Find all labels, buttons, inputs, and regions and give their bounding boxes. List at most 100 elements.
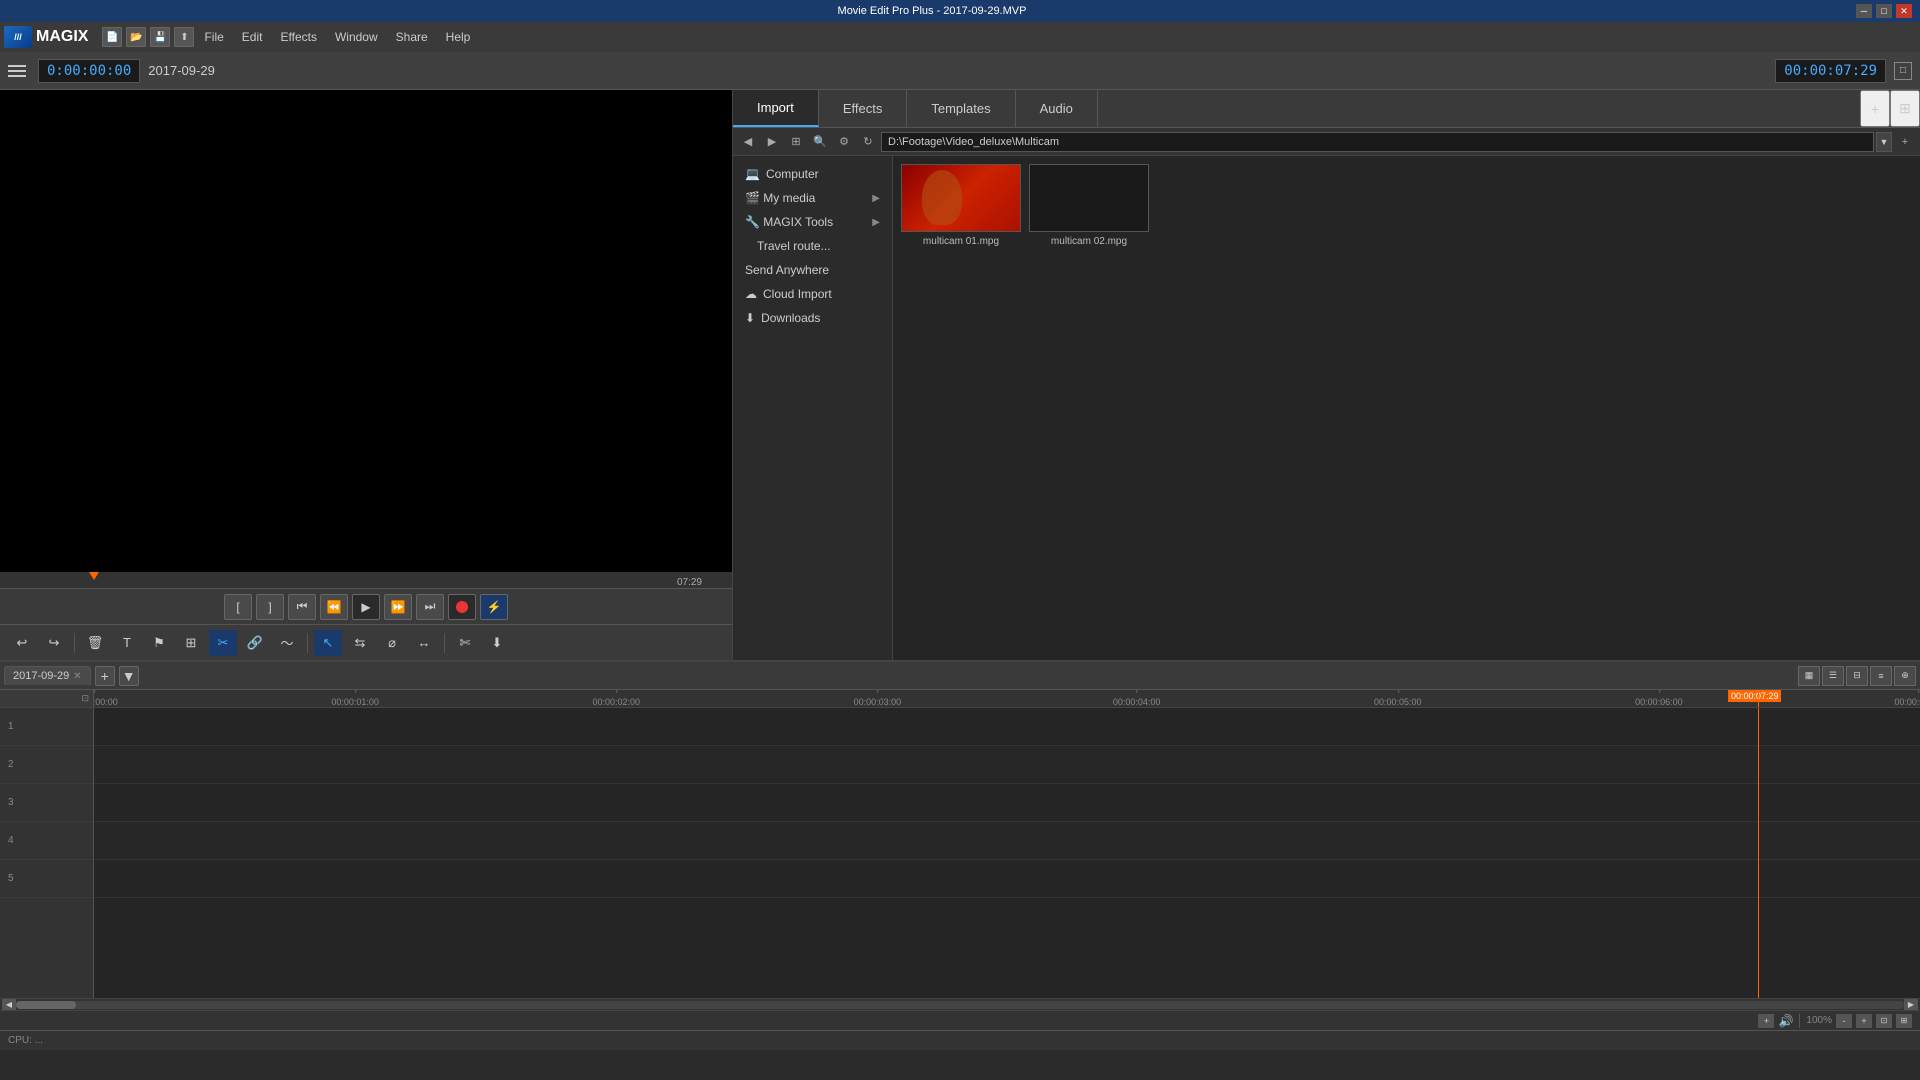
sidebar-label-travel-route: Travel route... bbox=[757, 239, 831, 253]
curve-button[interactable]: 〜 bbox=[273, 630, 301, 656]
tab-extra-1[interactable]: + bbox=[1860, 90, 1890, 127]
save-button[interactable]: 💾 bbox=[150, 27, 170, 47]
expand-button[interactable]: ⊞ bbox=[1896, 1014, 1912, 1028]
right-panel: Import Effects Templates Audio + ⊞ ◀ ▶ ⊞… bbox=[733, 90, 1920, 660]
hamburger-menu-button[interactable] bbox=[8, 60, 30, 82]
text-button[interactable]: T bbox=[113, 630, 141, 656]
menu-help[interactable]: Help bbox=[438, 26, 479, 48]
media-thumb-2[interactable]: multicam 02.mpg bbox=[1029, 164, 1149, 247]
track-header-1: 1 bbox=[0, 708, 93, 746]
search-button[interactable]: 🔍 bbox=[809, 131, 831, 153]
tab-templates[interactable]: Templates bbox=[907, 90, 1015, 127]
tab-audio[interactable]: Audio bbox=[1016, 90, 1098, 127]
sidebar-item-travel-route[interactable]: Travel route... bbox=[733, 234, 892, 258]
trim-button[interactable]: ✂ bbox=[209, 630, 237, 656]
mark-in-button[interactable]: [ bbox=[224, 594, 252, 620]
computer-icon: 💻 bbox=[745, 167, 760, 181]
ruler-mark-0: 00:00:00:00 bbox=[94, 697, 118, 707]
sidebar-item-cloud-import[interactable]: ☁ Cloud Import bbox=[733, 282, 892, 306]
razor-tool[interactable]: ⌀ bbox=[378, 630, 406, 656]
skip-back-button[interactable]: ⏮ bbox=[288, 594, 316, 620]
tab-effects[interactable]: Effects bbox=[819, 90, 908, 127]
cut-button[interactable]: ✄ bbox=[451, 630, 479, 656]
scroll-thumb[interactable] bbox=[16, 1001, 76, 1009]
edit-toolbar: ↩ ↪ 🗑 T ⚑ ⊞ ✂ 🔗 〜 ↖ ⇆ ⌀ ↔ ✄ ⬇ bbox=[0, 624, 732, 660]
zoom-in-button[interactable]: + bbox=[1856, 1014, 1872, 1028]
link-button[interactable]: 🔗 bbox=[241, 630, 269, 656]
export-button[interactable]: ⬆ bbox=[174, 27, 194, 47]
marker-button[interactable]: ⚑ bbox=[145, 630, 173, 656]
timeline-tab-1[interactable]: 2017-09-29 ✕ bbox=[4, 666, 91, 685]
progress-bar[interactable]: 07:29 bbox=[0, 572, 732, 588]
maximize-button[interactable]: □ bbox=[1876, 4, 1892, 18]
sidebar-item-magix-tools[interactable]: 🔧 MAGIX Tools ▶ bbox=[733, 210, 892, 234]
minimize-button[interactable]: ─ bbox=[1856, 4, 1872, 18]
playhead-line bbox=[1758, 690, 1759, 707]
add-timeline-button[interactable]: + bbox=[95, 666, 115, 686]
step-forward-button[interactable]: ⏩ bbox=[384, 594, 412, 620]
redo-button[interactable]: ↪ bbox=[40, 630, 68, 656]
tab-extra-2[interactable]: ⊞ bbox=[1890, 90, 1920, 127]
panel-maximize-button[interactable]: □ bbox=[1894, 62, 1912, 80]
menu-file[interactable]: File bbox=[196, 26, 231, 48]
tab-import[interactable]: Import bbox=[733, 90, 819, 127]
sidebar-label-magix-tools: MAGIX Tools bbox=[763, 215, 833, 229]
timeline-ruler: ⊡ 00:00:07:29 00:00:00:00 00:00:01:00 00… bbox=[0, 690, 1920, 708]
record-button[interactable] bbox=[448, 594, 476, 620]
volume-icon: 🔊 bbox=[1778, 1014, 1793, 1028]
settings-button[interactable]: ⚙ bbox=[833, 131, 855, 153]
scroll-left-button[interactable]: ◀ bbox=[2, 999, 16, 1011]
scroll-right-button[interactable]: ▶ bbox=[1904, 999, 1918, 1011]
undo-button[interactable]: ↩ bbox=[8, 630, 36, 656]
skip-forward-button[interactable]: ⏭ bbox=[416, 594, 444, 620]
delete-button[interactable]: 🗑 bbox=[81, 630, 109, 656]
special-button[interactable]: ⚡ bbox=[480, 594, 508, 620]
add-to-project-button[interactable]: + bbox=[1894, 131, 1916, 153]
scroll-track[interactable] bbox=[16, 1001, 1904, 1009]
menu-effects[interactable]: Effects bbox=[272, 26, 324, 48]
play-button[interactable]: ▶ bbox=[352, 594, 380, 620]
insert-button[interactable]: ⬇ bbox=[483, 630, 511, 656]
thumb-image-1 bbox=[901, 164, 1021, 232]
new-project-button[interactable]: 📄 bbox=[102, 27, 122, 47]
timeline-view-btn-3[interactable]: ⊟ bbox=[1846, 666, 1868, 686]
add-track-button[interactable]: + bbox=[1758, 1014, 1774, 1028]
timeline-tracks-area: 1 2 3 4 5 bbox=[0, 708, 1920, 998]
path-dropdown-button[interactable]: ▼ bbox=[1876, 132, 1892, 152]
group-button[interactable]: ⊞ bbox=[177, 630, 205, 656]
track-header-3: 3 bbox=[0, 784, 93, 822]
zoom-out-button[interactable]: - bbox=[1836, 1014, 1852, 1028]
stretch-tool[interactable]: ↔ bbox=[410, 630, 438, 656]
sidebar-item-send-anywhere[interactable]: Send Anywhere bbox=[733, 258, 892, 282]
path-input[interactable] bbox=[881, 132, 1874, 152]
sidebar-item-downloads[interactable]: ⬇ Downloads bbox=[733, 306, 892, 330]
slip-tool[interactable]: ⇆ bbox=[346, 630, 374, 656]
sidebar-label-send-anywhere: Send Anywhere bbox=[745, 263, 829, 277]
record-indicator bbox=[456, 601, 468, 613]
view-toggle-button[interactable]: ⊞ bbox=[785, 131, 807, 153]
menu-edit[interactable]: Edit bbox=[234, 26, 271, 48]
nav-forward-button[interactable]: ▶ bbox=[761, 131, 783, 153]
timeline-view-btn-1[interactable]: ▦ bbox=[1798, 666, 1820, 686]
close-button[interactable]: ✕ bbox=[1896, 4, 1912, 18]
fit-zoom-button[interactable]: ⊡ bbox=[1876, 1014, 1892, 1028]
refresh-button[interactable]: ↻ bbox=[857, 131, 879, 153]
menu-window[interactable]: Window bbox=[327, 26, 386, 48]
select-tool[interactable]: ↖ bbox=[314, 630, 342, 656]
nav-back-button[interactable]: ◀ bbox=[737, 131, 759, 153]
media-thumb-1[interactable]: multicam 01.mpg bbox=[901, 164, 1021, 247]
timeline-tab-close[interactable]: ✕ bbox=[73, 671, 81, 682]
snap-icon: ⊡ bbox=[81, 693, 89, 704]
sidebar-item-computer[interactable]: 💻 Computer bbox=[733, 162, 892, 186]
timeline-view-btn-4[interactable]: ≡ bbox=[1870, 666, 1892, 686]
step-back-button[interactable]: ⏪ bbox=[320, 594, 348, 620]
timeline-scrollbar[interactable]: ◀ ▶ bbox=[0, 998, 1920, 1010]
open-button[interactable]: 📂 bbox=[126, 27, 146, 47]
timeline-menu-button[interactable]: ▼ bbox=[119, 666, 139, 686]
menu-share[interactable]: Share bbox=[388, 26, 436, 48]
mark-out-button[interactable]: ] bbox=[256, 594, 284, 620]
timeline-view-btn-5[interactable]: ⊕ bbox=[1894, 666, 1916, 686]
sidebar-item-my-media[interactable]: 🎬 My media ▶ bbox=[733, 186, 892, 210]
track-header-5: 5 bbox=[0, 860, 93, 898]
timeline-view-btn-2[interactable]: ☰ bbox=[1822, 666, 1844, 686]
